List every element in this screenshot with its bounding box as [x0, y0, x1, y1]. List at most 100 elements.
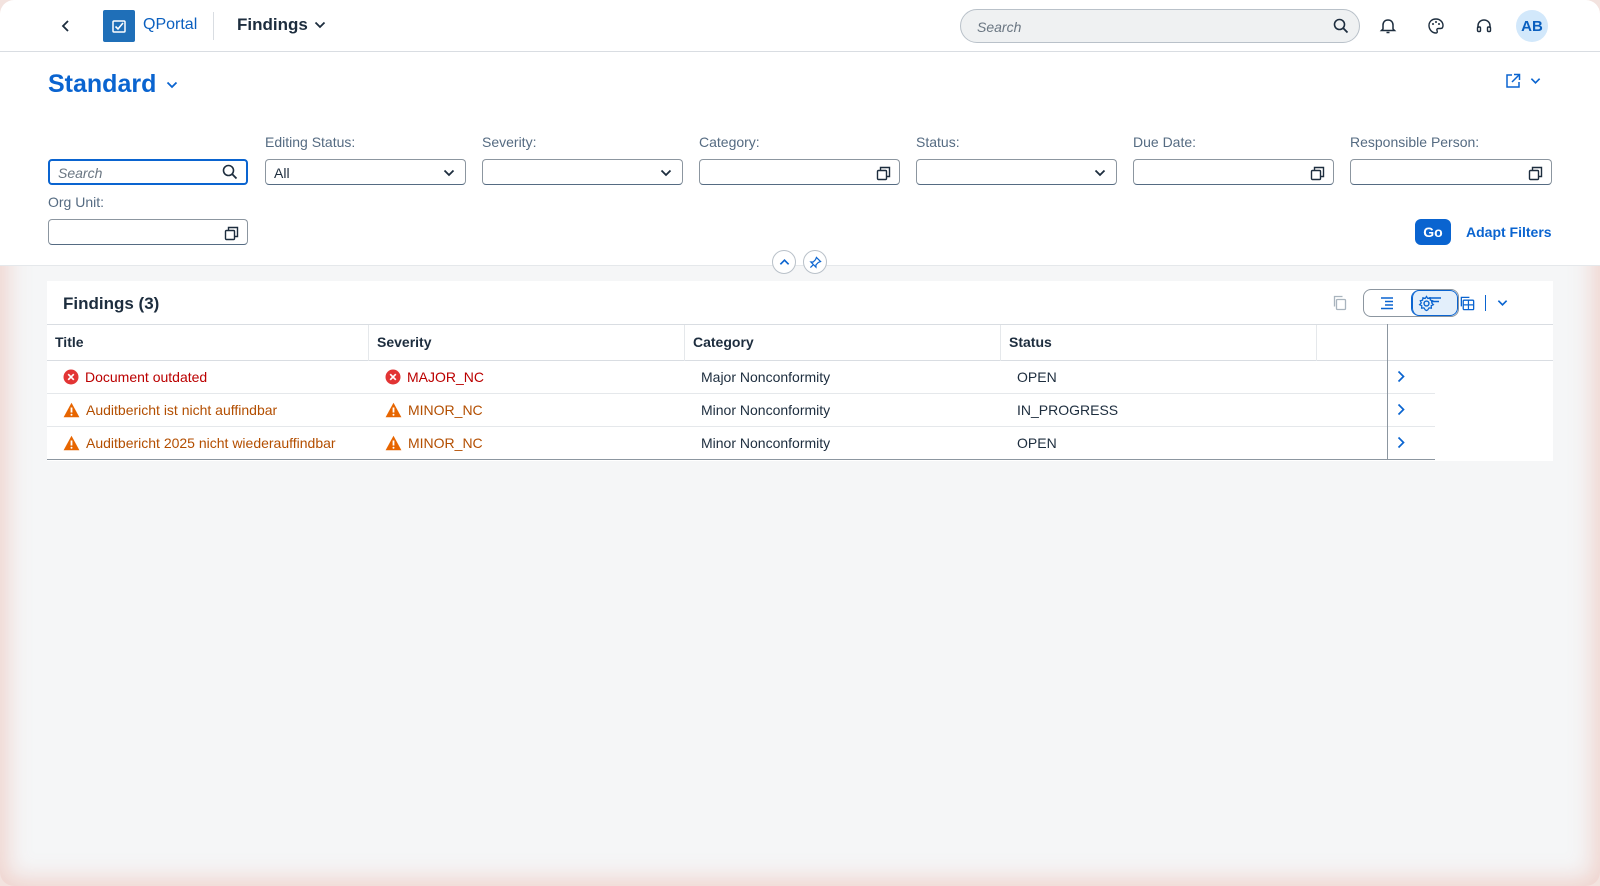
chevron-right-icon[interactable] — [1397, 403, 1405, 419]
share-icon — [1506, 73, 1521, 88]
share-button[interactable] — [1504, 72, 1541, 90]
title-cell: Auditbericht 2025 nicht wiederauffindbar — [55, 427, 369, 459]
row-severity: MINOR_NC — [408, 435, 483, 451]
responsible-person-label: Responsible Person: — [1350, 134, 1480, 150]
pin-icon — [808, 255, 822, 269]
toolbar-separator — [1485, 295, 1486, 311]
headset-icon — [1476, 19, 1492, 33]
editing-status-label: Editing Status: — [265, 134, 356, 150]
value-help-icon[interactable] — [223, 225, 239, 241]
row-title: Auditbericht 2025 nicht wiederauffindbar — [86, 435, 336, 451]
table-row[interactable]: Document outdated MAJOR_NC Major Nonconf… — [47, 361, 1435, 394]
chevron-right-icon[interactable] — [1397, 436, 1405, 452]
back-button[interactable] — [52, 12, 80, 40]
table-row[interactable]: Auditbericht ist nicht auffindbar MINOR_… — [47, 394, 1435, 427]
chevron-left-icon — [61, 20, 69, 32]
filter-header: Standard Editing Status: All Severity: C… — [0, 52, 1600, 266]
due-date-label: Due Date: — [1133, 134, 1197, 150]
palette-icon — [1428, 18, 1444, 34]
severity-cell: MAJOR_NC — [377, 361, 685, 393]
column-header-nav — [1317, 325, 1435, 361]
export-button[interactable] — [1455, 290, 1479, 316]
value-help-icon[interactable] — [875, 165, 891, 181]
search-icon[interactable] — [222, 164, 238, 180]
support-button[interactable] — [1472, 14, 1496, 38]
bell-icon — [1379, 19, 1397, 34]
title-cell: Auditbericht ist nicht auffindbar — [55, 394, 369, 426]
row-severity: MINOR_NC — [408, 402, 483, 418]
severity-label: Severity: — [482, 134, 537, 150]
chevron-down-icon — [1530, 78, 1541, 85]
shell-bar: QPortal Findings AB — [0, 0, 1600, 52]
pin-header-button[interactable] — [803, 250, 827, 274]
filter-search-field[interactable] — [48, 159, 248, 185]
responsible-person-input[interactable] — [1350, 159, 1552, 185]
expand-all-button[interactable] — [1364, 290, 1411, 316]
column-header-status[interactable]: Status — [1001, 325, 1317, 361]
chevron-down-icon — [314, 21, 325, 29]
value-help-icon[interactable] — [1527, 165, 1543, 181]
row-severity: MAJOR_NC — [407, 369, 485, 385]
row-status: OPEN — [1017, 369, 1057, 385]
column-header-title[interactable]: Title — [47, 325, 369, 361]
notifications-button[interactable] — [1376, 14, 1400, 38]
gear-icon — [1418, 294, 1434, 311]
row-title: Document outdated — [85, 369, 208, 385]
page-title-menu[interactable]: Findings — [237, 15, 326, 35]
collapse-header-button[interactable] — [772, 250, 796, 274]
row-mode-segmented-button — [1363, 289, 1459, 317]
theme-button[interactable] — [1424, 14, 1448, 38]
table-header: Title Severity Category Status — [47, 324, 1553, 361]
column-header-severity[interactable]: Severity — [369, 325, 685, 361]
error-circle-icon — [63, 369, 79, 385]
adapt-filters-button[interactable]: Adapt Filters — [1466, 224, 1552, 240]
chevron-down-icon[interactable] — [658, 165, 674, 181]
warning-triangle-icon — [63, 402, 80, 418]
category-label: Category: — [699, 134, 760, 150]
table-title: Findings (3) — [63, 294, 160, 313]
table-bottom-border — [47, 459, 1435, 460]
row-status: OPEN — [1017, 435, 1057, 451]
table-row[interactable]: Auditbericht 2025 nicht wiederauffindbar… — [47, 427, 1435, 460]
go-button[interactable]: Go — [1415, 219, 1451, 245]
search-icon[interactable] — [1333, 18, 1349, 37]
chevron-down-icon[interactable] — [1092, 165, 1108, 181]
severity-select[interactable] — [482, 159, 683, 185]
row-category: Major Nonconformity — [701, 369, 831, 385]
app-name[interactable]: QPortal — [143, 16, 197, 34]
findings-table-card: Findings (3) Title Severity Category Sta — [47, 281, 1553, 461]
row-status: IN_PROGRESS — [1017, 402, 1119, 418]
chevron-down-icon[interactable] — [441, 165, 457, 181]
value-help-icon[interactable] — [1309, 165, 1325, 181]
due-date-input[interactable] — [1133, 159, 1334, 185]
shell-search-field[interactable] — [960, 9, 1360, 43]
category-input[interactable] — [699, 159, 900, 185]
copy-icon — [1333, 295, 1347, 311]
export-menu-button[interactable] — [1491, 290, 1513, 316]
variant-management[interactable]: Standard — [48, 70, 178, 99]
shell-search-input[interactable] — [977, 17, 1317, 37]
editing-status-select[interactable]: All — [265, 159, 466, 185]
severity-cell: MINOR_NC — [377, 427, 685, 459]
table-column-divider — [1387, 324, 1388, 459]
chevron-down-icon — [167, 81, 178, 88]
error-circle-icon — [385, 369, 401, 385]
export-icon — [1460, 296, 1474, 310]
chevron-right-icon[interactable] — [1397, 370, 1405, 386]
warning-triangle-icon — [385, 435, 402, 451]
editing-status-value: All — [274, 165, 290, 181]
row-title: Auditbericht ist nicht auffindbar — [86, 402, 278, 418]
column-header-category[interactable]: Category — [685, 325, 1001, 361]
org-unit-input[interactable] — [48, 219, 248, 245]
table-settings-button[interactable] — [1413, 290, 1439, 316]
page-title: Findings — [237, 15, 308, 34]
copy-button[interactable] — [1327, 290, 1353, 316]
row-category: Minor Nonconformity — [701, 402, 831, 418]
chevron-up-icon — [779, 258, 789, 265]
user-avatar[interactable]: AB — [1516, 10, 1548, 42]
qportal-logo-icon[interactable] — [103, 10, 135, 42]
chevron-down-icon — [1497, 300, 1507, 307]
status-select[interactable] — [916, 159, 1117, 185]
filter-search-input[interactable] — [58, 164, 218, 182]
warning-triangle-icon — [385, 402, 402, 418]
